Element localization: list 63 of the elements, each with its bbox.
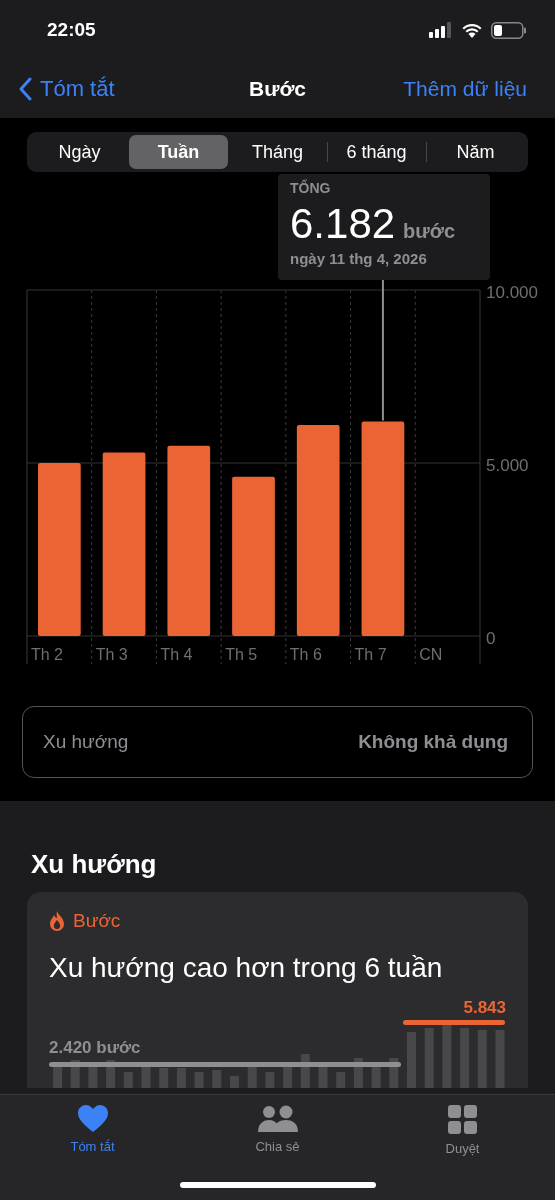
segment-tab[interactable]: Tháng — [228, 135, 327, 169]
tooltip-heading: TỔNG — [290, 180, 332, 196]
axis-label: Th 2 — [31, 646, 63, 663]
section-heading: Xu hướng — [31, 849, 158, 880]
card-title: Xu hướng cao hơn trong 6 tuần — [49, 952, 444, 984]
old-average: 2.420 bước — [49, 1038, 141, 1058]
trend-bar — [159, 1068, 169, 1088]
trend-bar — [123, 1072, 133, 1088]
category-label: Bước — [73, 910, 121, 932]
signal-icon — [429, 22, 453, 38]
trend-value: Không khả dụng — [358, 731, 508, 753]
trend-bar — [230, 1076, 239, 1088]
axis-label: CN — [419, 646, 443, 663]
flame-icon — [49, 911, 65, 931]
page-title: Bước — [249, 77, 306, 101]
axis-label: 0 — [486, 629, 496, 648]
tab-bar-item[interactable]: Chia sẻ — [185, 1095, 370, 1163]
trend-bar — [442, 1022, 452, 1088]
bar[interactable] — [102, 452, 146, 636]
axis-label: Th 7 — [354, 646, 387, 663]
trend-bar — [141, 1066, 151, 1088]
trend-bar — [318, 1066, 328, 1088]
trend-bar — [407, 1032, 416, 1088]
people-icon — [256, 1105, 299, 1133]
axis-label: Th 4 — [160, 646, 193, 663]
tooltip-unit: bước — [403, 220, 456, 243]
trend-bar — [424, 1028, 434, 1088]
heart-icon — [76, 1105, 109, 1133]
trend-row[interactable]: Xu hướng Không khả dụng — [22, 706, 533, 778]
trend-bar — [460, 1028, 470, 1088]
bar[interactable] — [361, 421, 405, 636]
tab-bar-item[interactable]: Duyệt — [370, 1095, 555, 1163]
trend-bar — [212, 1070, 222, 1088]
tab-bar-item[interactable]: Tóm tắt — [0, 1095, 185, 1163]
trend-bar — [265, 1072, 275, 1088]
bar[interactable] — [167, 445, 211, 636]
trend-card[interactable]: Bước Xu hướng cao hơn trong 6 tuần 5.843 2.420 bước — [27, 892, 528, 1088]
back-label: Tóm tắt — [40, 76, 115, 102]
status-time: 22:05 — [47, 19, 96, 41]
axis-label: 10.000 — [486, 283, 538, 302]
battery-icon — [491, 21, 527, 39]
tooltip-date: ngày 11 thg 4, 2026 — [290, 250, 428, 267]
new-average: 5.843 — [463, 998, 506, 1018]
trend-label: Xu hướng — [43, 731, 129, 753]
axis-label: Th 3 — [95, 646, 128, 663]
trend-bar — [194, 1072, 204, 1088]
trend-bar — [477, 1030, 487, 1088]
axis-label: Th 5 — [225, 646, 258, 663]
segment-tab[interactable]: Ngày — [30, 135, 129, 169]
tooltip-value: 6.182 — [290, 200, 396, 248]
trend-bar — [495, 1030, 505, 1088]
trend-bar — [336, 1072, 346, 1088]
back-chevron-icon — [18, 77, 32, 101]
bar[interactable] — [296, 424, 340, 636]
wifi-icon — [461, 22, 483, 38]
segment-tab[interactable]: Tuần — [129, 135, 228, 169]
trend-bar — [247, 1066, 257, 1088]
trend-bar — [176, 1068, 186, 1088]
axis-label: Th 6 — [289, 646, 322, 663]
add-data-link[interactable]: Thêm dữ liệu — [403, 77, 527, 101]
grid-icon — [447, 1105, 478, 1135]
axis-label: 5.000 — [486, 456, 529, 475]
back-link[interactable]: Tóm tắt — [18, 76, 115, 102]
